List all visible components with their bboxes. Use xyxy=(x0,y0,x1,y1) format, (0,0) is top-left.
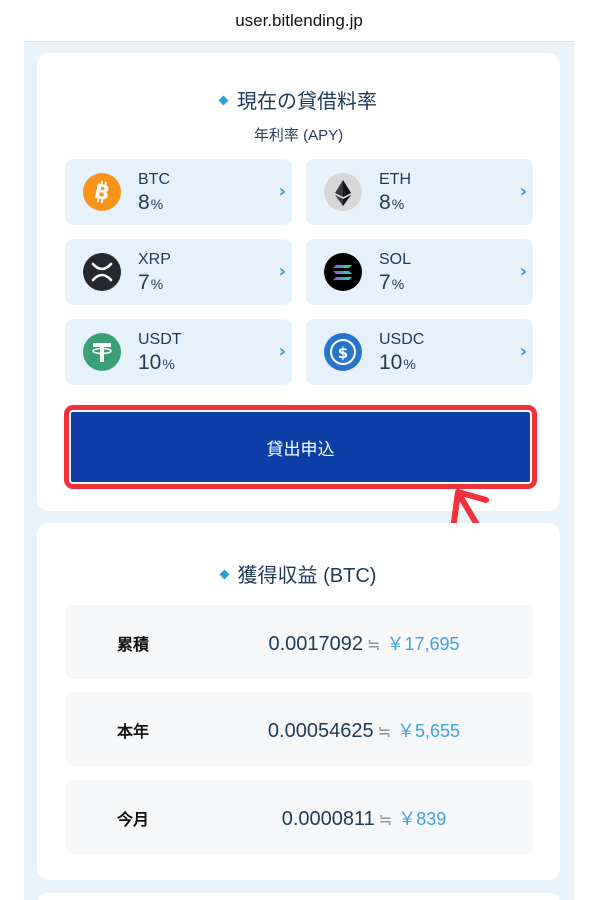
coin-symbol: BTC xyxy=(138,171,170,188)
coin-rate: 8% xyxy=(379,191,405,214)
coin-rate: 8% xyxy=(138,191,164,214)
coin-card-xrp[interactable]: XRP 7% › xyxy=(65,239,292,305)
earnings-value: 0.00054625 ≒ ￥5,655 xyxy=(267,720,461,742)
earnings-value: 0.0000811 ≒ ￥839 xyxy=(281,808,447,830)
earnings-label: 本年 xyxy=(116,722,149,741)
coin-symbol: ETH xyxy=(379,171,411,188)
svg-text:$: $ xyxy=(338,344,348,362)
lend-application-button[interactable]: 貸出申込 xyxy=(71,412,530,482)
chevron-right-icon: › xyxy=(278,261,286,282)
coin-symbol: USDC xyxy=(379,331,425,348)
rates-title-text: 現在の貸借料率 xyxy=(237,91,377,113)
coin-rate: 7% xyxy=(138,271,164,294)
chevron-right-icon: › xyxy=(278,181,286,202)
earnings-row-this-year: 本年 0.00054625 ≒ ￥5,655 xyxy=(65,692,533,766)
earnings-value: 0.0017092 ≒ ￥17,695 xyxy=(268,633,460,655)
earnings-row-this-month: 今月 0.0000811 ≒ ￥839 xyxy=(65,780,533,854)
coin-card-usdt[interactable]: USDT 10% › xyxy=(65,319,292,385)
usdc-icon: $ xyxy=(324,333,362,371)
chevron-right-icon: › xyxy=(519,261,527,282)
earnings-section-title: 獲得収益 (BTC) xyxy=(37,559,560,588)
coin-rate-grid: B BTC 8% › ETH 8% › XRP 7% › SOL 7% › US… xyxy=(65,159,533,385)
coin-symbol: SOL xyxy=(379,251,412,268)
coin-rate: 7% xyxy=(379,271,405,294)
earnings-label: 今月 xyxy=(116,810,149,829)
rates-section-title: 現在の貸借料率 xyxy=(37,85,560,114)
url-text: user.bitlending.jp xyxy=(235,10,363,30)
earnings-card: 獲得収益 (BTC) 累積 0.0017092 ≒ ￥17,695 本年 0.000… xyxy=(37,523,560,880)
yen-amount: ￥5,655 xyxy=(397,721,461,741)
earnings-label: 累積 xyxy=(116,635,149,654)
apy-subtitle: 年利率 (APY) xyxy=(253,127,344,144)
xrp-icon xyxy=(83,253,121,291)
coin-card-sol[interactable]: SOL 7% › xyxy=(306,239,533,305)
coin-symbol: USDT xyxy=(138,331,182,348)
next-card-edge xyxy=(37,893,560,900)
yen-amount: ￥17,695 xyxy=(386,634,460,654)
chevron-right-icon: › xyxy=(519,181,527,202)
ethereum-icon xyxy=(324,173,362,211)
solana-icon xyxy=(324,253,362,291)
coin-symbol: XRP xyxy=(138,251,171,268)
yen-amount: ￥839 xyxy=(398,809,447,829)
tether-icon xyxy=(83,333,121,371)
coin-card-eth[interactable]: ETH 8% › xyxy=(306,159,533,225)
browser-address-bar[interactable]: user.bitlending.jp xyxy=(24,0,574,42)
earnings-title-text: 獲得収益 (BTC) xyxy=(237,565,377,587)
bitcoin-icon: B xyxy=(83,173,121,211)
lending-rates-card: 現在の貸借料率 年利率 (APY) B BTC 8% › ETH 8% › XR… xyxy=(37,53,560,511)
diamond-bullet-icon xyxy=(218,95,229,106)
btc-amount: 0.0017092 xyxy=(268,633,364,655)
btc-amount: 0.00054625 xyxy=(267,720,374,742)
coin-card-usdc[interactable]: $ USDC 10% › xyxy=(306,319,533,385)
coin-card-btc[interactable]: B BTC 8% › xyxy=(65,159,292,225)
btc-amount: 0.0000811 xyxy=(281,808,375,830)
coin-rate: 10% xyxy=(138,351,175,374)
chevron-right-icon: › xyxy=(519,341,527,362)
chevron-right-icon: › xyxy=(278,341,286,362)
diamond-bullet-icon xyxy=(219,569,229,580)
earnings-row-cumulative: 累積 0.0017092 ≒ ￥17,695 xyxy=(65,605,533,679)
coin-rate: 10% xyxy=(379,351,416,374)
